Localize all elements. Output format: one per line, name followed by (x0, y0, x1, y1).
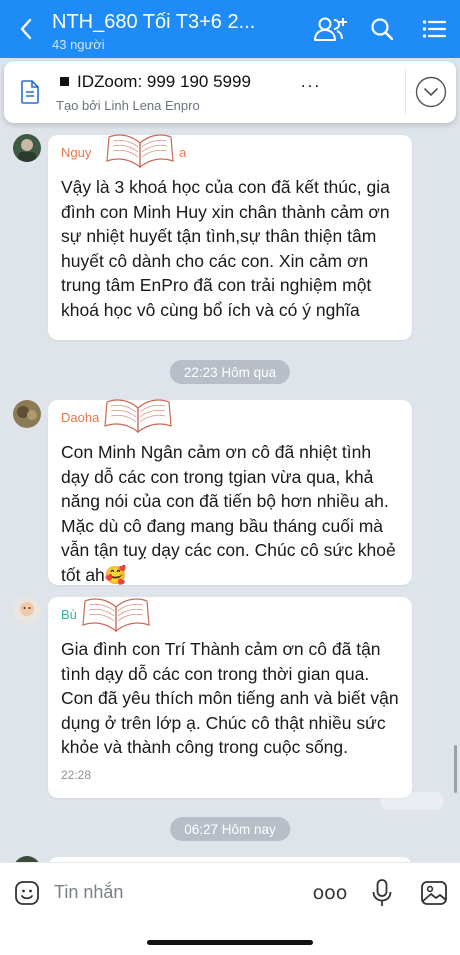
back-icon (20, 18, 32, 40)
message-bubble[interactable]: Bù Gia đình con Trí Thành cảm ơn cô đã t… (48, 597, 412, 798)
image-icon (421, 880, 447, 905)
pinned-creator: Tạo bởi Linh Lena Enpro (56, 97, 200, 113)
book-sticker-icon (104, 399, 172, 434)
expand-pinned-button[interactable] (406, 76, 456, 108)
chevron-down-icon (415, 76, 447, 108)
message-composer: Tin nhắn ooo (0, 862, 460, 922)
home-indicator[interactable] (147, 940, 313, 945)
chat-header: NTH_680 Tối T3+6 2... 43 người (0, 0, 460, 58)
message-input[interactable]: Tin nhắn (54, 882, 304, 903)
bullet-icon (60, 77, 69, 86)
add-member-icon (314, 17, 347, 41)
sender-name[interactable]: Daoha (61, 399, 400, 434)
menu-icon (422, 20, 446, 38)
member-count: 43 người (52, 36, 105, 52)
pinned-title-row: IDZoom: 999 190 5999 ... (56, 72, 405, 92)
more-options-button[interactable]: ooo (304, 882, 356, 904)
pinned-ellipsis: ... (300, 71, 322, 91)
home-indicator-area (0, 922, 460, 955)
message-text: Vậy là 3 khoá học của con đã kết thúc, g… (61, 177, 390, 320)
book-sticker-icon (82, 598, 150, 633)
sender-name-text: Bù (61, 607, 77, 622)
message-text: Gia đình con Trí Thành cảm ơn cô đã tận … (61, 639, 399, 757)
more-options-label: ooo (312, 881, 348, 904)
message-bubble[interactable]: Nguy a Vậy là 3 khoá học của con đã kết t… (48, 134, 412, 340)
voice-button[interactable] (356, 878, 408, 908)
image-button[interactable] (408, 880, 460, 906)
sender-name-text: Daoha (61, 410, 100, 425)
microphone-icon (372, 878, 392, 906)
add-member-button[interactable] (304, 0, 356, 58)
avatar[interactable] (13, 596, 41, 624)
sender-name[interactable]: Nguy a (61, 134, 400, 169)
date-separator: 22:23 Hôm qua (169, 360, 291, 384)
sender-name[interactable]: Bù (61, 598, 400, 633)
back-button[interactable] (0, 0, 52, 58)
sender-name-text: Nguy (61, 145, 92, 160)
sticker-icon (15, 880, 39, 905)
date-separator: 06:27 Hôm nay (170, 817, 290, 841)
emoji-button[interactable] (0, 879, 54, 907)
pinned-title: IDZoom: 999 190 5999 (77, 71, 251, 91)
document-icon (21, 80, 39, 104)
book-sticker-icon (106, 134, 174, 169)
message-bubble[interactable]: Daoha Con Minh Ngân cảm ơn cô đã nhiệt t… (48, 399, 412, 585)
scrollbar[interactable] (454, 745, 457, 793)
message-time: 22:28 (61, 767, 92, 782)
search-button[interactable] (356, 0, 408, 58)
chat-title-area[interactable]: NTH_680 Tối T3+6 2... 43 người (52, 7, 304, 52)
avatar[interactable] (13, 400, 41, 428)
avatar[interactable] (13, 134, 41, 162)
menu-button[interactable] (408, 0, 460, 58)
search-icon (371, 18, 394, 41)
pinned-message[interactable]: IDZoom: 999 190 5999 ... Tạo bởi Linh Le… (4, 61, 456, 123)
faded-timestamp (380, 792, 444, 810)
message-text: Con Minh Ngân cảm ơn cô đã nhiệt tình dạ… (61, 442, 396, 585)
document-icon-wrap (4, 80, 56, 104)
sender-name-tail: a (179, 145, 187, 160)
chat-title: NTH_680 Tối T3+6 2... (52, 10, 256, 33)
